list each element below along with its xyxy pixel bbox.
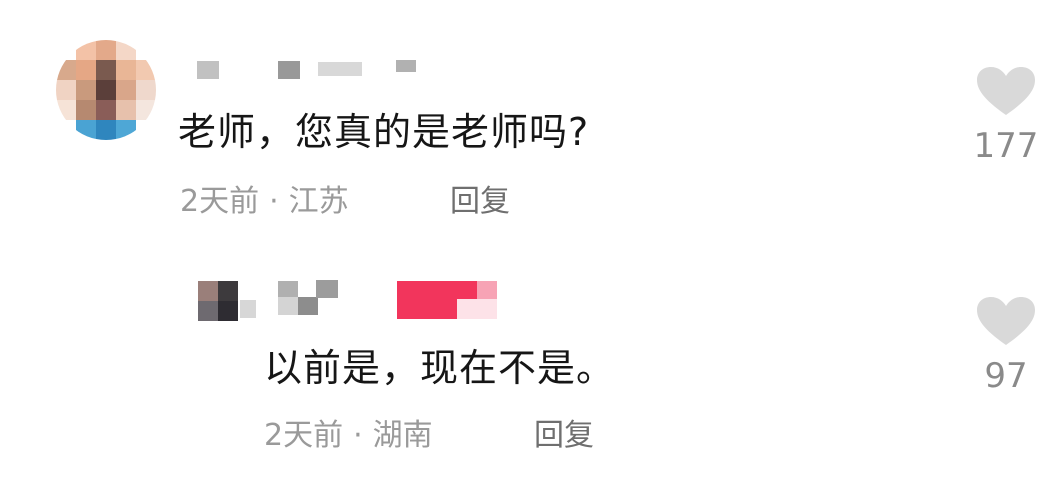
heart-icon[interactable] <box>977 297 1035 347</box>
reply-location: 湖南 <box>372 418 433 453</box>
like-group: 177 <box>966 67 1046 163</box>
meta-separator: · <box>353 418 363 453</box>
comment-location: 江苏 <box>288 184 349 219</box>
reply-button[interactable]: 回复 <box>450 187 510 217</box>
reply-button[interactable]: 回复 <box>534 421 594 451</box>
heart-icon[interactable] <box>977 67 1035 117</box>
comment-text: 老师，您真的是老师吗? <box>178 110 590 154</box>
reply-text: 以前是，现在不是。 <box>264 346 616 390</box>
like-group: 97 <box>966 297 1046 393</box>
like-count: 97 <box>984 356 1028 396</box>
reply-meta: 2天前 · 湖南 <box>264 421 433 451</box>
comment-time: 2天前 <box>180 184 260 219</box>
comment-meta: 2天前 · 江苏 <box>180 187 349 217</box>
like-count: 177 <box>973 126 1039 166</box>
avatar[interactable] <box>56 40 156 140</box>
meta-separator: · <box>269 184 279 219</box>
reply-time: 2天前 <box>264 418 344 453</box>
comment-thread: 老师，您真的是老师吗? 2天前 · 江苏 回复 177 以前是，现在不是。 2天前 ·… <box>0 0 1053 481</box>
